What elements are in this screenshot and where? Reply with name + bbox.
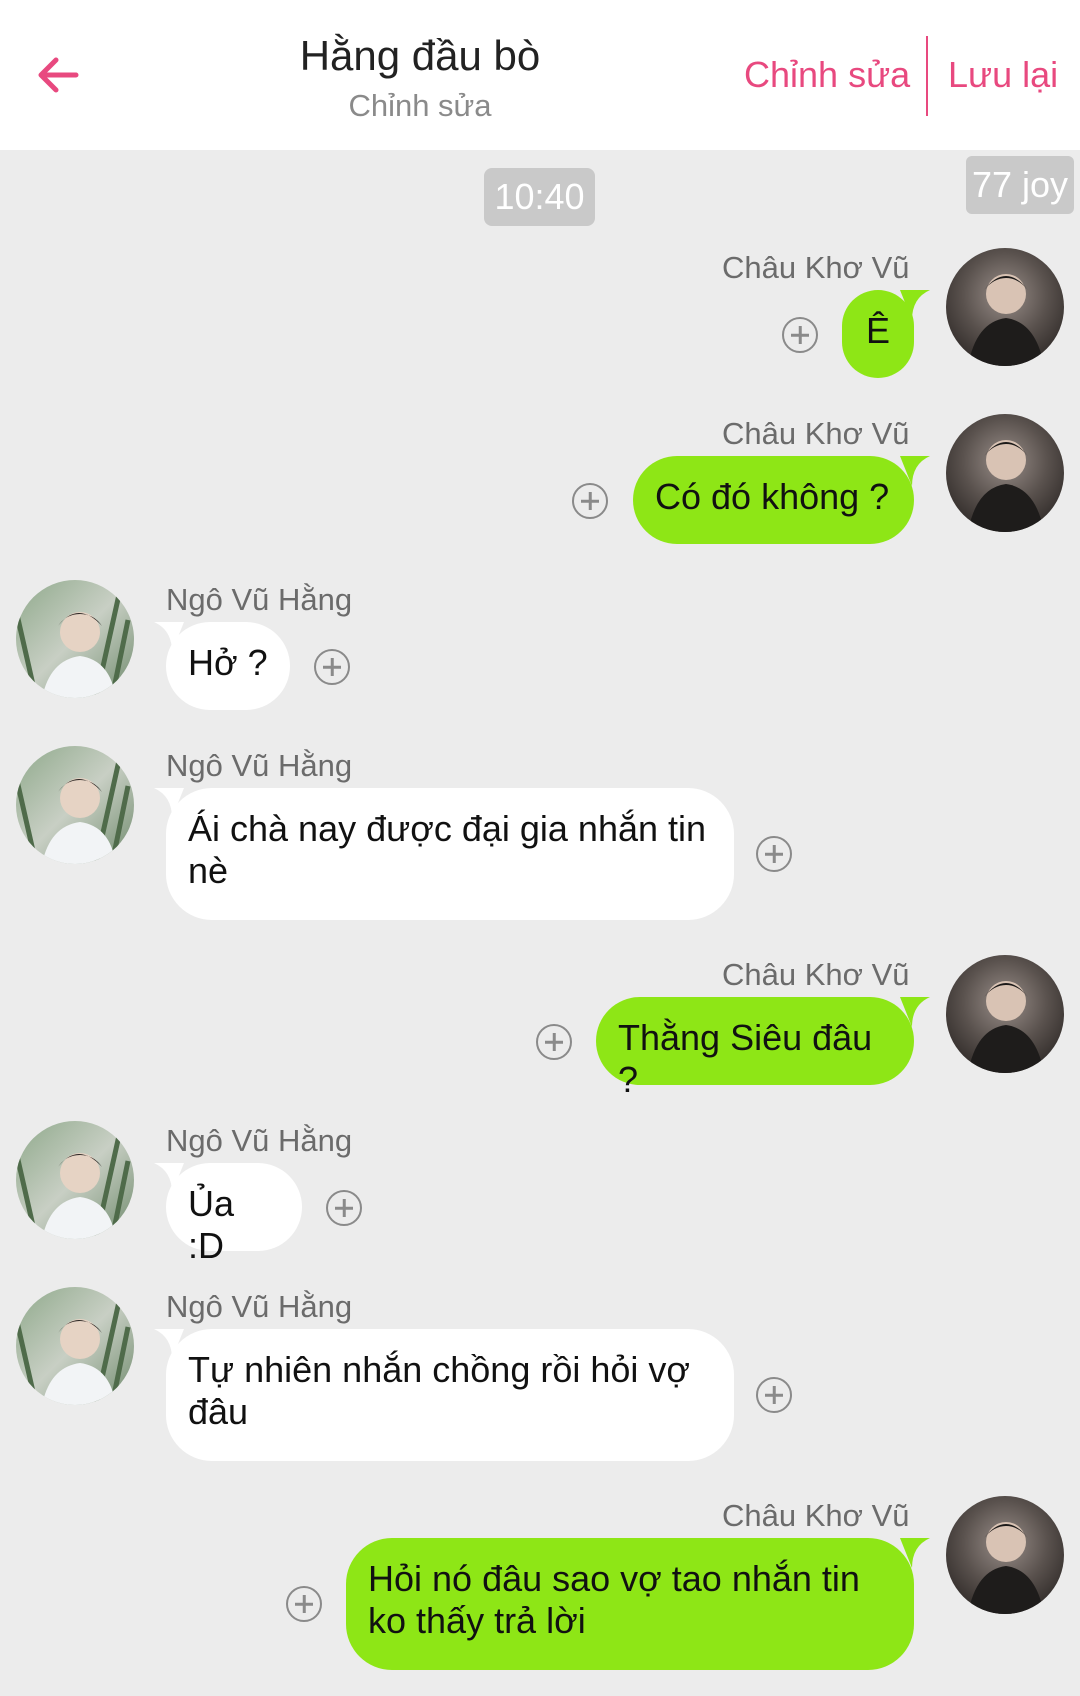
avatar[interactable]: [16, 1121, 134, 1239]
sender-name: Ngô Vũ Hằng: [166, 748, 353, 783]
message-bubble[interactable]: Ủa :D: [166, 1163, 302, 1266]
sender-name: Châu Khơ Vũ: [722, 250, 910, 285]
plus-circle-icon[interactable]: [756, 836, 792, 872]
message-bubble[interactable]: Hỏi nó đâu sao vợ tao nhắn tin ko thấy t…: [346, 1538, 914, 1670]
message-bubble[interactable]: Ê: [842, 290, 914, 378]
avatar[interactable]: [946, 248, 1064, 366]
message-bubble[interactable]: Có đó không ?: [633, 456, 914, 544]
avatar[interactable]: [946, 1496, 1064, 1614]
plus-circle-icon[interactable]: [326, 1190, 362, 1226]
header-divider: [926, 36, 928, 116]
message-bubble[interactable]: Hở ?: [166, 622, 290, 710]
plus-circle-icon[interactable]: [286, 1586, 322, 1622]
save-button[interactable]: Lưu lại: [948, 50, 1058, 100]
sender-name: Ngô Vũ Hằng: [166, 1289, 353, 1324]
plus-circle-icon[interactable]: [314, 649, 350, 685]
chat-screen: Hằng đầu bò Chỉnh sửa Chỉnh sửa Lưu lại …: [0, 0, 1080, 1696]
arrow-left-icon: [38, 57, 79, 93]
chat-subtitle: Chỉnh sửa: [348, 88, 492, 123]
chat-title: Hằng đầu bò: [299, 32, 541, 79]
plus-circle-icon[interactable]: [782, 317, 818, 353]
avatar[interactable]: [16, 1287, 134, 1405]
edit-button[interactable]: Chỉnh sửa: [744, 50, 910, 100]
sender-name: Châu Khơ Vũ: [722, 416, 910, 451]
sender-name: Châu Khơ Vũ: [722, 1498, 910, 1533]
plus-circle-icon[interactable]: [536, 1024, 572, 1060]
avatar[interactable]: [946, 955, 1064, 1073]
avatar[interactable]: [946, 414, 1064, 532]
watermark-badge: 77 joy: [966, 156, 1074, 214]
plus-circle-icon[interactable]: [572, 483, 608, 519]
message-bubble[interactable]: Ái chà nay được đại gia nhắn tin nè: [166, 788, 734, 920]
sender-name: Ngô Vũ Hằng: [166, 1123, 353, 1158]
title-block: Hằng đầu bò Chỉnh sửa: [230, 28, 610, 128]
message-bubble[interactable]: Thằng Siêu đâu ?: [596, 997, 914, 1100]
sender-name: Châu Khơ Vũ: [722, 957, 910, 992]
sender-name: Ngô Vũ Hằng: [166, 582, 353, 617]
back-button[interactable]: [28, 40, 88, 110]
avatar[interactable]: [16, 580, 134, 698]
plus-circle-icon[interactable]: [756, 1377, 792, 1413]
message-bubble[interactable]: Tự nhiên nhắn chồng rồi hỏi vợ đâu: [166, 1329, 734, 1461]
avatar[interactable]: [16, 746, 134, 864]
timestamp: 10:40: [484, 168, 595, 226]
top-bar: Hằng đầu bò Chỉnh sửa Chỉnh sửa Lưu lại: [0, 0, 1080, 150]
